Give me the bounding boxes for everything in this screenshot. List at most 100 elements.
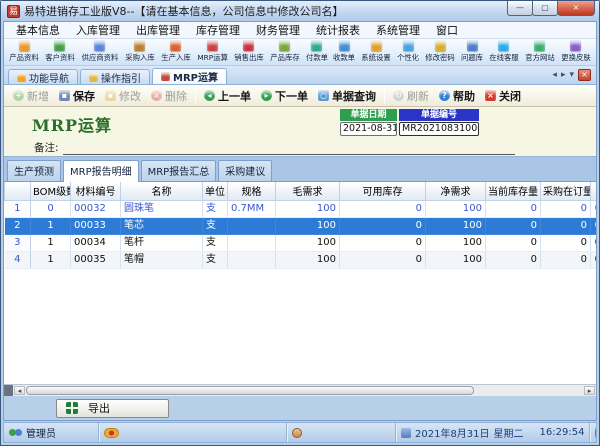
toolbar-payment-button[interactable]: 付款单 — [305, 40, 329, 63]
grid-cell[interactable]: 支 — [203, 217, 228, 234]
toolbar-sales-out-button[interactable]: 销售出库 — [233, 40, 265, 63]
tab-scroll-right-icon[interactable]: ▸ — [561, 70, 566, 80]
export-button[interactable]: 导出 — [56, 399, 169, 418]
grid-cell[interactable]: 0 — [591, 200, 597, 217]
menu-item-5[interactable]: 统计报表 — [308, 22, 368, 38]
grid-cell[interactable]: 0 — [591, 217, 597, 234]
grid-cell[interactable]: 100 — [276, 251, 340, 268]
grid-cell[interactable]: 0 — [541, 251, 591, 268]
grid-cell[interactable]: 支 — [203, 200, 228, 217]
grid-cell[interactable]: 圆珠笔 — [121, 200, 203, 217]
grid-cell[interactable]: 0 — [340, 217, 426, 234]
grid-cell[interactable]: 100 — [276, 217, 340, 234]
grid-cell[interactable]: 0 — [340, 200, 426, 217]
column-header[interactable]: 采购在订量 — [541, 182, 591, 200]
grid-cell[interactable]: 0 — [541, 217, 591, 234]
grid-cell[interactable] — [228, 251, 276, 268]
column-header[interactable] — [5, 182, 31, 200]
tab-close-button[interactable]: × — [578, 69, 591, 81]
grid-cell[interactable]: 笔帽 — [121, 251, 203, 268]
grid-cell[interactable]: 0.7MM — [228, 200, 276, 217]
row-number-cell[interactable]: 2 — [5, 217, 31, 234]
grid-cell[interactable]: 1 — [31, 234, 71, 251]
grid-cell[interactable]: 笔杆 — [121, 234, 203, 251]
grid-cell[interactable]: 100 — [426, 234, 486, 251]
scrollbar-thumb[interactable] — [26, 386, 474, 395]
menu-item-6[interactable]: 系统管理 — [368, 22, 428, 38]
grid-cell[interactable]: 00033 — [71, 217, 121, 234]
maximize-button[interactable]: ▢ — [532, 1, 558, 16]
report-tab-summary[interactable]: MRP报告汇总 — [141, 160, 217, 181]
grid-cell[interactable]: 1 — [31, 251, 71, 268]
grid-cell[interactable]: 0 — [31, 200, 71, 217]
grid-cell[interactable]: 0 — [591, 251, 597, 268]
column-header[interactable]: 可用库存 — [340, 182, 426, 200]
toolbar-faq-button[interactable]: 问题库 — [460, 40, 484, 63]
grid-cell[interactable]: 00034 — [71, 234, 121, 251]
window-close-button[interactable]: × — [557, 1, 595, 16]
column-header[interactable] — [591, 182, 597, 200]
menu-item-4[interactable]: 财务管理 — [248, 22, 308, 38]
table-row[interactable]: 1000032圆珠笔支0.7MM1000100000 — [5, 200, 597, 217]
toolbar-website-button[interactable]: 官方网站 — [524, 40, 556, 63]
grid-cell[interactable]: 0 — [340, 251, 426, 268]
toolbar-personalize-button[interactable]: 个性化 — [396, 40, 420, 63]
grid-cell[interactable]: 支 — [203, 234, 228, 251]
query-button[interactable]: ○单据查询 — [313, 88, 381, 104]
help-button[interactable]: ?帮助 — [434, 88, 480, 104]
column-header[interactable]: BOM级数 — [31, 182, 71, 200]
grid-cell[interactable]: 1 — [31, 217, 71, 234]
grid-cell[interactable]: 0 — [486, 251, 541, 268]
menu-item-7[interactable]: 窗口 — [428, 22, 466, 38]
save-button[interactable]: ▪保存 — [54, 88, 100, 104]
column-header[interactable]: 名称 — [121, 182, 203, 200]
row-number-cell[interactable]: 3 — [5, 234, 31, 251]
menu-item-1[interactable]: 入库管理 — [68, 22, 128, 38]
toolbar-customers-button[interactable]: 客户资料 — [44, 40, 76, 63]
grid-cell[interactable]: 100 — [426, 217, 486, 234]
tab-mrp[interactable]: MRP运算 — [152, 68, 227, 84]
remark-input[interactable] — [63, 145, 515, 155]
toolbar-mrp-button[interactable]: MRP运算 — [196, 40, 229, 63]
toolbar-password-button[interactable]: 修改密码 — [424, 40, 456, 63]
grid-cell[interactable]: 0 — [541, 200, 591, 217]
report-tab-advice[interactable]: 采购建议 — [218, 160, 272, 181]
next-button[interactable]: ▸下一单 — [256, 88, 313, 104]
grid-cell[interactable]: 100 — [276, 200, 340, 217]
grid-cell[interactable]: 0 — [486, 217, 541, 234]
grid-cell[interactable]: 100 — [426, 200, 486, 217]
grid-cell[interactable]: 0 — [591, 234, 597, 251]
tab-scroll-left-icon[interactable]: ◂ — [552, 70, 557, 80]
scroll-left-icon[interactable]: ◂ — [14, 386, 25, 395]
doc-number-input[interactable]: MR202108310001 — [399, 122, 479, 136]
grid-cell[interactable]: 100 — [426, 251, 486, 268]
toolbar-settings-button[interactable]: 系统设置 — [360, 40, 392, 63]
grid-cell[interactable]: 00035 — [71, 251, 121, 268]
column-header[interactable]: 毛需求 — [276, 182, 340, 200]
table-row[interactable]: 4100035笔帽支1000100000 — [5, 251, 597, 268]
toolbar-support-button[interactable]: 在线客服 — [488, 40, 520, 63]
grid-cell[interactable] — [228, 217, 276, 234]
column-header[interactable]: 当前库存量 — [486, 182, 541, 200]
column-header[interactable]: 净需求 — [426, 182, 486, 200]
column-header[interactable]: 规格 — [228, 182, 276, 200]
menu-item-0[interactable]: 基本信息 — [8, 22, 68, 38]
tab-guide[interactable]: 操作指引 — [80, 69, 150, 84]
grid-cell[interactable]: 0 — [541, 234, 591, 251]
toolbar-skin-button[interactable]: 更换皮肤 — [560, 40, 592, 63]
grid-cell[interactable] — [228, 234, 276, 251]
grid-cell[interactable]: 00032 — [71, 200, 121, 217]
minimize-button[interactable]: — — [507, 1, 533, 16]
toolbar-purchase-in-button[interactable]: 采购入库 — [124, 40, 156, 63]
toolbar-products-button[interactable]: 产品资料 — [8, 40, 40, 63]
grid-cell[interactable]: 笔芯 — [121, 217, 203, 234]
horizontal-scrollbar[interactable]: ◂ ▸ — [4, 384, 596, 396]
scroll-right-icon[interactable]: ▸ — [584, 386, 595, 395]
prev-button[interactable]: ◂上一单 — [199, 88, 256, 104]
grid-cell[interactable]: 0 — [486, 234, 541, 251]
grid-cell[interactable]: 支 — [203, 251, 228, 268]
tab-nav[interactable]: 功能导航 — [8, 69, 78, 84]
tab-list-icon[interactable]: ▾ — [569, 70, 574, 80]
grid-cell[interactable]: 0 — [340, 234, 426, 251]
report-tab-detail[interactable]: MRP报告明细 — [63, 160, 139, 182]
